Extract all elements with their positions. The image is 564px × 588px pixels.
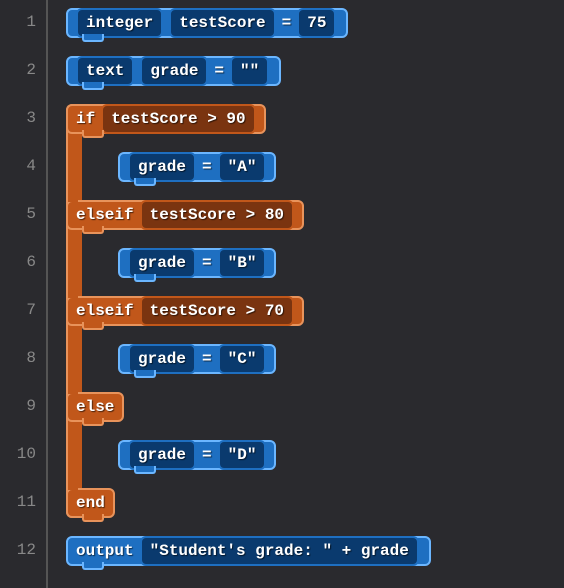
variable-name: grade — [128, 344, 196, 374]
code-line-12[interactable]: output "Student's grade: " + grade — [66, 536, 564, 584]
equals-sign: = — [202, 252, 212, 274]
line-number: 4 — [0, 152, 46, 200]
literal-value: "B" — [218, 248, 267, 278]
literal-value: "C" — [218, 344, 267, 374]
else-block[interactable]: else — [66, 392, 124, 422]
condition-expr: testScore > 90 — [101, 104, 255, 134]
line-number: 6 — [0, 248, 46, 296]
equals-sign: = — [202, 156, 212, 178]
type-keyword: text — [76, 56, 134, 86]
variable-name: testScore — [169, 8, 275, 38]
assign-block[interactable]: grade = "D" — [118, 440, 276, 470]
literal-value: 75 — [297, 8, 336, 38]
line-number: 11 — [0, 488, 46, 536]
block-editor[interactable]: integer testScore = 75 text grade = "" i… — [48, 0, 564, 588]
literal-value: "A" — [218, 152, 267, 182]
code-line-6[interactable]: grade = "B" — [118, 248, 564, 296]
variable-name: grade — [140, 56, 208, 86]
line-number-gutter: 1 2 3 4 5 6 7 8 9 10 11 12 — [0, 0, 48, 588]
code-line-8[interactable]: grade = "C" — [118, 344, 564, 392]
assign-block[interactable]: grade = "C" — [118, 344, 276, 374]
line-number: 3 — [0, 104, 46, 152]
line-number: 10 — [0, 440, 46, 488]
line-number: 8 — [0, 344, 46, 392]
code-line-5[interactable]: elseif testScore > 80 — [66, 200, 564, 248]
variable-name: grade — [128, 440, 196, 470]
code-line-4[interactable]: grade = "A" — [118, 152, 564, 200]
line-number: 7 — [0, 296, 46, 344]
variable-name: grade — [128, 152, 196, 182]
line-number: 9 — [0, 392, 46, 440]
if-block[interactable]: if testScore > 90 — [66, 104, 266, 134]
end-block[interactable]: end — [66, 488, 115, 518]
keyword-elseif: elseif — [76, 300, 134, 322]
code-line-9[interactable]: else — [66, 392, 564, 440]
literal-value: "" — [230, 56, 269, 86]
keyword-output: output — [76, 540, 134, 562]
line-number: 2 — [0, 56, 46, 104]
line-number: 1 — [0, 8, 46, 56]
code-line-3[interactable]: if testScore > 90 — [66, 104, 564, 152]
equals-sign: = — [202, 348, 212, 370]
keyword-else: else — [76, 396, 114, 418]
declare-text-block[interactable]: text grade = "" — [66, 56, 281, 86]
assign-block[interactable]: grade = "B" — [118, 248, 276, 278]
assign-block[interactable]: grade = "A" — [118, 152, 276, 182]
output-block[interactable]: output "Student's grade: " + grade — [66, 536, 431, 566]
equals-sign: = — [282, 12, 292, 34]
keyword-elseif: elseif — [76, 204, 134, 226]
code-line-1[interactable]: integer testScore = 75 — [66, 8, 564, 56]
equals-sign: = — [202, 444, 212, 466]
code-line-10[interactable]: grade = "D" — [118, 440, 564, 488]
keyword-if: if — [76, 108, 95, 130]
condition-expr: testScore > 70 — [140, 296, 294, 326]
elseif-block[interactable]: elseif testScore > 70 — [66, 296, 304, 326]
code-line-7[interactable]: elseif testScore > 70 — [66, 296, 564, 344]
code-line-11[interactable]: end — [66, 488, 564, 536]
code-line-2[interactable]: text grade = "" — [66, 56, 564, 104]
literal-value: "D" — [218, 440, 267, 470]
line-number: 12 — [0, 536, 46, 584]
variable-name: grade — [128, 248, 196, 278]
elseif-block[interactable]: elseif testScore > 80 — [66, 200, 304, 230]
keyword-end: end — [76, 492, 105, 514]
declare-integer-block[interactable]: integer testScore = 75 — [66, 8, 348, 38]
output-expr: "Student's grade: " + grade — [140, 536, 419, 566]
condition-expr: testScore > 80 — [140, 200, 294, 230]
equals-sign: = — [214, 60, 224, 82]
type-keyword: integer — [76, 8, 163, 38]
line-number: 5 — [0, 200, 46, 248]
